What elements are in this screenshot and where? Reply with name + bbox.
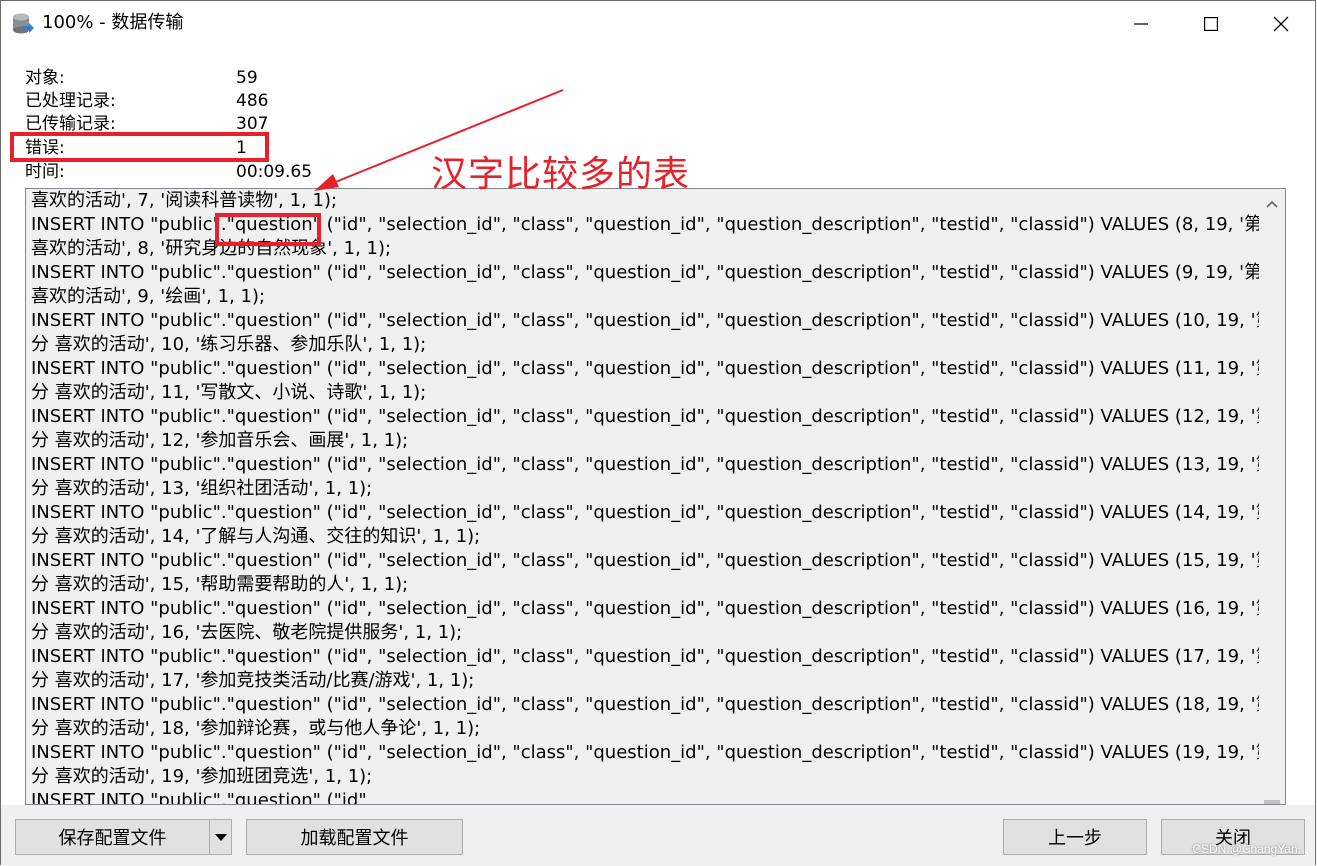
log-line: INSERT INTO "public"."question" ("id", "… xyxy=(31,358,1259,379)
log-line: 分 喜欢的活动', 15, '帮助需要帮助的人', 1, 1); xyxy=(31,574,409,595)
watermark: CSDN @ChangYan. xyxy=(1192,842,1301,856)
log-line: INSERT INTO "public"."question" ("id", "… xyxy=(31,646,1259,667)
log-line: 喜欢的活动', 9, '绘画', 1, 1); xyxy=(31,286,266,307)
stat-value: 59 xyxy=(236,68,258,88)
save-config-dropdown[interactable] xyxy=(210,820,231,854)
log-line: 分 喜欢的活动', 17, '参加竞技类活动/比赛/游戏', 1, 1); xyxy=(31,670,475,691)
chevron-up-icon xyxy=(1266,200,1278,208)
save-config-button[interactable]: 保存配置文件 xyxy=(16,820,209,854)
previous-button[interactable]: 上一步 xyxy=(1003,819,1147,855)
log-line: 分 喜欢的活动', 10, '练习乐器、参加乐队', 1, 1); xyxy=(31,334,427,355)
log-line: 分 喜欢的活动', 14, '了解与人沟通、交往的知识', 1, 1); xyxy=(31,526,481,547)
minimize-button[interactable] xyxy=(1106,1,1176,46)
stat-label: 已传输记录: xyxy=(25,114,116,134)
log-line: 分 喜欢的活动', 11, '写散文、小说、诗歌', 1, 1); xyxy=(31,382,427,403)
log-line: INSERT INTO "public"."question" ("id", "… xyxy=(31,502,1259,523)
maximize-icon xyxy=(1204,16,1218,31)
stat-label: 错误: xyxy=(25,138,65,158)
transfer-log[interactable]: 喜欢的活动', 7, '阅读科普读物', 1, 1); INSERT INTO "… xyxy=(25,188,1286,805)
log-line: INSERT INTO "public"."question" ("id", "… xyxy=(31,742,1259,763)
window-title: 100% - 数据传输 xyxy=(42,12,184,33)
log-line: 喜欢的活动', 8, '研究身边的自然现象', 1, 1); xyxy=(31,238,392,259)
database-transfer-icon xyxy=(12,12,34,36)
log-line: INSERT INTO "public"."question" ("id", "… xyxy=(31,598,1259,619)
stat-label: 时间: xyxy=(25,162,65,182)
log-line: INSERT INTO "public"."question" ("id", "… xyxy=(31,454,1259,475)
log-line: INSERT INTO "public"."question" ("id", "… xyxy=(31,694,1259,715)
log-line: INSERT INTO "public"."question" ("id", "… xyxy=(31,550,1259,571)
stat-value: 307 xyxy=(236,114,269,134)
maximize-button[interactable] xyxy=(1176,1,1246,46)
log-line: INSERT INTO "public"."question" ("id", "… xyxy=(31,406,1259,427)
log-line: 分 喜欢的活动', 18, '参加辩论赛，或与他人争论', 1, 1); xyxy=(31,718,481,739)
log-line: INSERT INTO "public"."question" ("id" xyxy=(31,790,367,805)
log-line: 分 喜欢的活动', 12, '参加音乐会、画展', 1, 1); xyxy=(31,430,409,451)
stat-value: 00:09.65 xyxy=(236,162,313,182)
vertical-scrollbar[interactable] xyxy=(1259,189,1285,804)
load-config-button[interactable]: 加载配置文件 xyxy=(246,819,463,855)
data-transfer-window: 100% - 数据传输 对象: 59 已处理记录: 486 已传输记录: 307… xyxy=(0,0,1316,866)
scroll-up-button[interactable] xyxy=(1259,189,1285,219)
log-line: INSERT INTO "public"."question" ("id", "… xyxy=(31,214,1259,235)
title-bar[interactable]: 100% - 数据传输 xyxy=(1,1,1315,46)
log-line: 分 喜欢的活动', 16, '去医院、敬老院提供服务', 1, 1); xyxy=(31,622,463,643)
caret-down-icon xyxy=(214,833,227,841)
log-line: INSERT INTO "public"."question" ("id", "… xyxy=(31,262,1259,283)
log-line: 分 喜欢的活动', 13, '组织社团活动', 1, 1); xyxy=(31,478,373,499)
log-line: 分 喜欢的活动', 19, '参加班团竞选', 1, 1); xyxy=(31,766,373,787)
close-window-button[interactable] xyxy=(1246,1,1316,46)
save-config-split-button[interactable]: 保存配置文件 xyxy=(15,819,232,855)
stat-label: 已处理记录: xyxy=(25,91,116,111)
annotation-label: 汉字比较多的表 xyxy=(431,154,691,195)
scroll-thumb[interactable] xyxy=(1264,800,1280,804)
stat-value: 1 xyxy=(236,138,247,158)
minimize-icon xyxy=(1134,22,1148,25)
stat-value: 486 xyxy=(236,91,269,111)
log-line: INSERT INTO "public"."question" ("id", "… xyxy=(31,310,1259,331)
stat-label: 对象: xyxy=(25,68,65,88)
close-icon xyxy=(1273,16,1289,31)
log-lines: 喜欢的活动', 7, '阅读科普读物', 1, 1); INSERT INTO "… xyxy=(31,189,1259,805)
